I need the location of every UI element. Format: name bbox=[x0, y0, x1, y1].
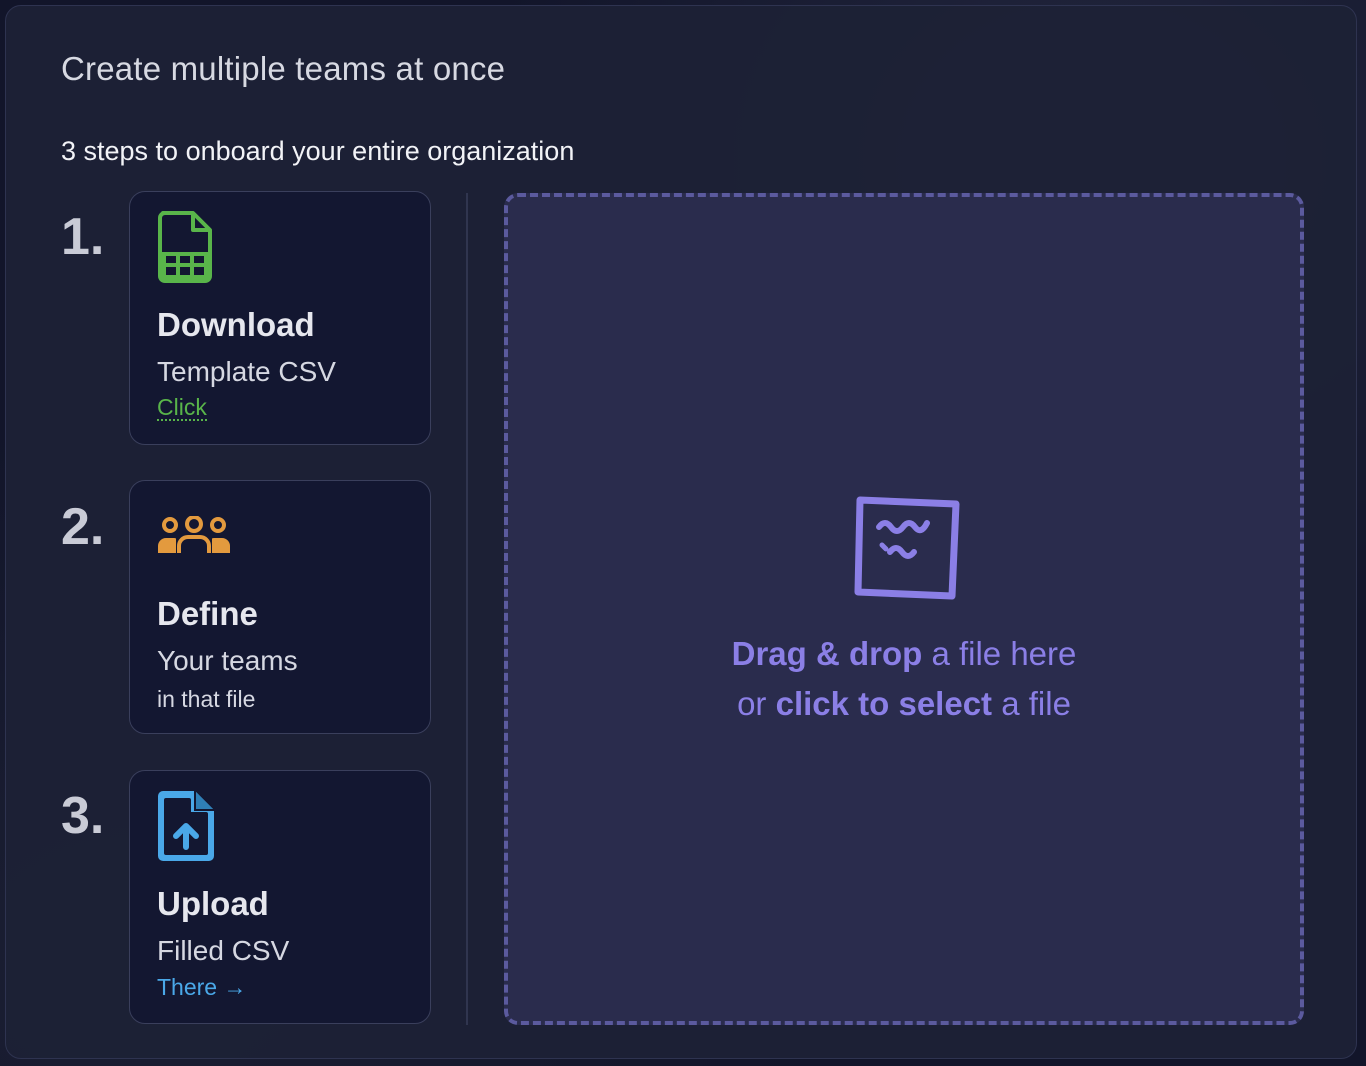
step-title: Upload bbox=[157, 885, 269, 922]
step-number-1: 1. bbox=[61, 208, 105, 266]
file-dropzone[interactable]: Drag & drop a file here or click to sele… bbox=[504, 193, 1304, 1025]
step-subtitle: Template CSV bbox=[157, 356, 336, 387]
dropzone-line-1-rest: a file here bbox=[922, 635, 1077, 672]
spreadsheet-file-icon bbox=[157, 210, 215, 284]
click-to-select-label[interactable]: click to select bbox=[776, 685, 992, 722]
dropzone-instructions: Drag & drop a file here or click to sele… bbox=[508, 629, 1300, 729]
bulk-team-creation-modal: Create multiple teams at once 3 steps to… bbox=[5, 5, 1357, 1059]
upload-there-link[interactable]: There → bbox=[157, 974, 246, 1001]
dropzone-line-2-rest: a file bbox=[992, 685, 1071, 722]
step-card-define: Define Your teams in that file bbox=[129, 480, 431, 734]
vertical-divider bbox=[466, 193, 468, 1025]
download-template-link[interactable]: Click bbox=[157, 395, 207, 422]
dropzone-line-2-lead: or bbox=[737, 685, 776, 722]
step-subtitle: Filled CSV bbox=[157, 935, 290, 966]
file-upload-icon bbox=[157, 789, 215, 863]
step-title: Define bbox=[157, 595, 258, 632]
step-note: in that file bbox=[157, 686, 256, 712]
drag-drop-label: Drag & drop bbox=[731, 635, 923, 672]
modal-title: Create multiple teams at once bbox=[61, 50, 506, 87]
step-subtitle: Your teams bbox=[157, 645, 298, 676]
dropzone-line-1: Drag & drop a file here bbox=[508, 629, 1300, 679]
step-number-2: 2. bbox=[61, 498, 105, 556]
step-number-3: 3. bbox=[61, 787, 105, 845]
modal-subtitle: 3 steps to onboard your entire organizat… bbox=[61, 136, 575, 166]
team-group-icon bbox=[157, 499, 231, 573]
step-title: Download bbox=[157, 306, 315, 343]
dropzone-line-2: or click to select a file bbox=[508, 679, 1300, 729]
step-card-download: Download Template CSV Click bbox=[129, 191, 431, 445]
step-card-upload: Upload Filled CSV There → bbox=[129, 770, 431, 1024]
file-squiggle-icon bbox=[852, 492, 962, 602]
